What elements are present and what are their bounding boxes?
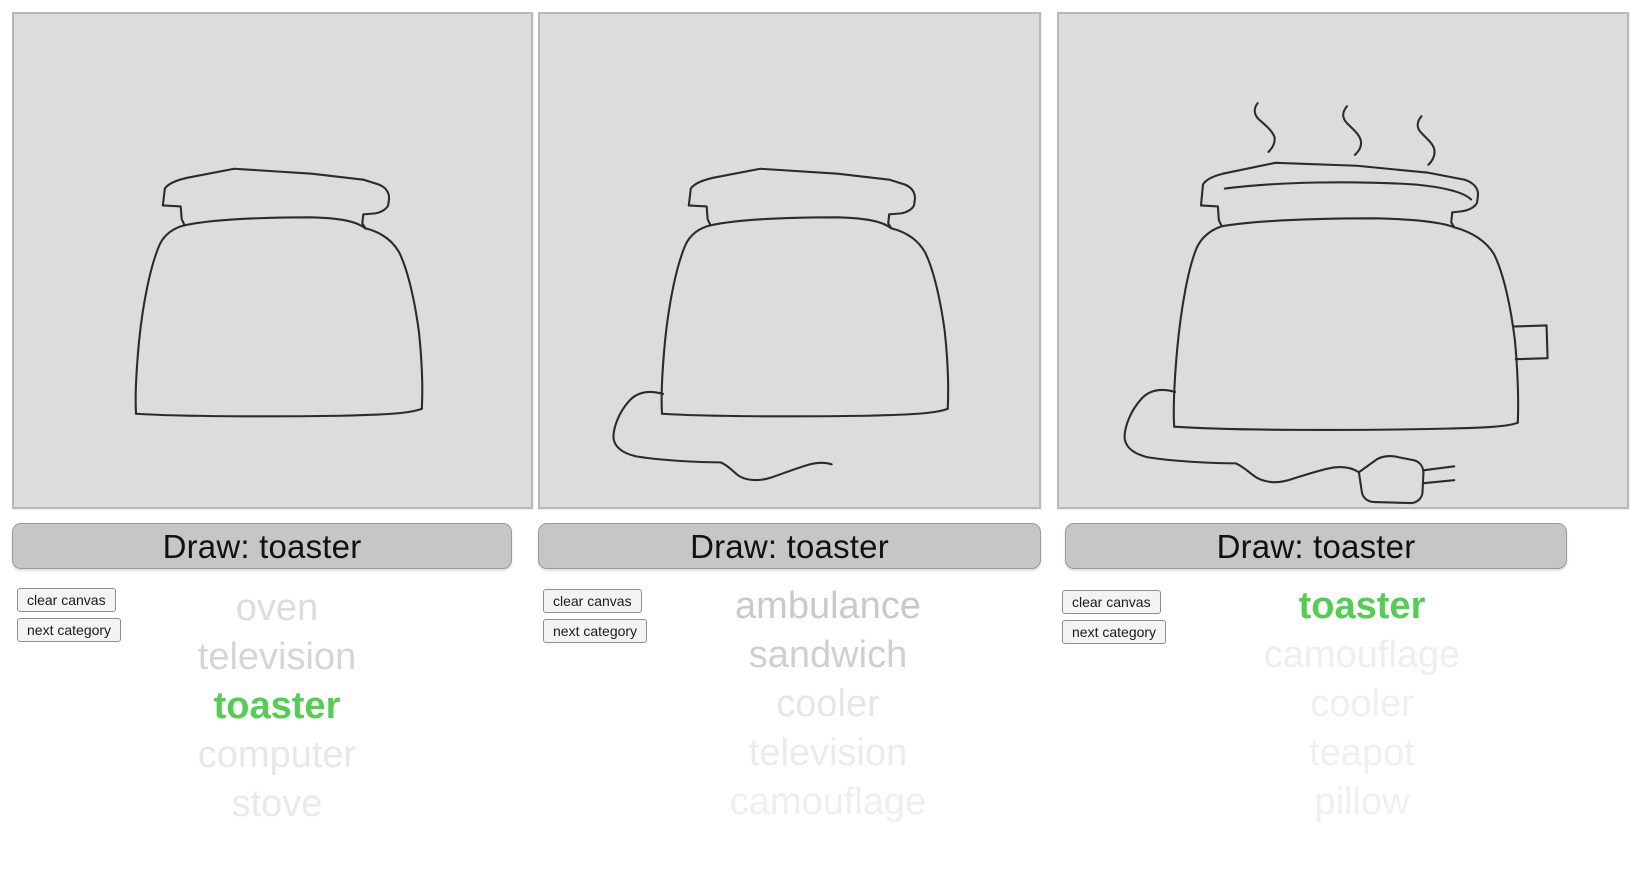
prediction-item-match: toaster	[1298, 585, 1426, 627]
drawing-canvas-2[interactable]	[538, 12, 1041, 509]
next-category-button-3[interactable]: next category	[1062, 620, 1167, 645]
draw-prompt-bar-1: Draw: toaster	[12, 523, 512, 569]
panel-3-button-column: clear canvas next category	[1062, 590, 1167, 650]
draw-prompt-label-1: Draw: toaster	[162, 527, 362, 565]
prediction-item: teapot	[1309, 732, 1415, 774]
prediction-list-3: toaster camouflage cooler teapot pillow	[1197, 582, 1527, 827]
prediction-item: pillow	[1314, 781, 1410, 823]
drawing-canvas-3[interactable]	[1057, 12, 1629, 509]
clear-canvas-button-1[interactable]: clear canvas	[17, 588, 116, 613]
prediction-item: oven	[235, 587, 319, 629]
draw-prompt-bar-3: Draw: toaster	[1065, 523, 1567, 569]
draw-prompt-bar-2: Draw: toaster	[538, 523, 1041, 569]
prediction-item: cooler	[1310, 683, 1414, 725]
prediction-item: television	[197, 636, 357, 678]
sketch-panels-stage: Draw: toaster clear canvas next category…	[0, 0, 1644, 890]
draw-prompt-label-2: Draw: toaster	[690, 527, 889, 565]
panel-2-button-column: clear canvas next category	[543, 589, 648, 649]
panel-1-button-column: clear canvas next category	[17, 588, 122, 648]
prediction-item: ambulance	[735, 585, 921, 627]
prediction-item: sandwich	[748, 634, 908, 676]
next-category-button-1[interactable]: next category	[17, 618, 122, 643]
prediction-item: television	[748, 732, 908, 774]
prediction-item: stove	[231, 783, 323, 825]
prediction-list-1: oven television toaster computer stove	[167, 584, 387, 829]
sketch-panel-1: Draw: toaster clear canvas next category…	[12, 0, 533, 890]
prediction-list-2: ambulance sandwich cooler television cam…	[678, 582, 978, 827]
prediction-item: camouflage	[729, 781, 927, 823]
sketch-panel-3: Draw: toaster clear canvas next category…	[1057, 0, 1629, 890]
sketch-panel-2: Draw: toaster clear canvas next category…	[538, 0, 1048, 890]
prediction-item: camouflage	[1263, 634, 1461, 676]
drawing-canvas-1[interactable]	[12, 12, 533, 509]
draw-prompt-label-3: Draw: toaster	[1216, 527, 1416, 565]
next-category-button-2[interactable]: next category	[543, 619, 648, 644]
clear-canvas-button-2[interactable]: clear canvas	[543, 589, 642, 614]
prediction-item: cooler	[776, 683, 880, 725]
clear-canvas-button-3[interactable]: clear canvas	[1062, 590, 1161, 615]
prediction-item: computer	[197, 734, 357, 776]
prediction-item-match: toaster	[213, 685, 341, 727]
